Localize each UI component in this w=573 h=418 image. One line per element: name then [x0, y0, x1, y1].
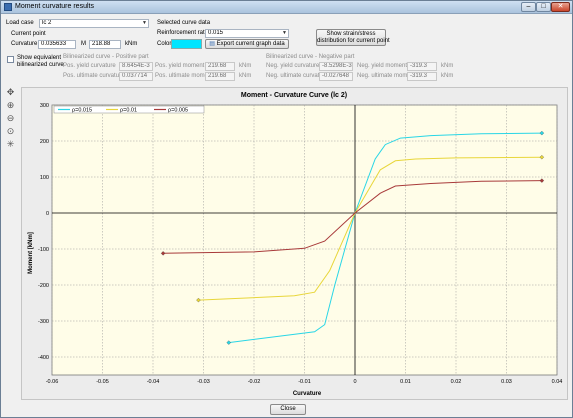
- chart-title: Moment - Curvature Curve (lc 2): [241, 92, 347, 99]
- legend-entry: ρ=0.005: [168, 108, 188, 114]
- neg-yield-moment-field: -319.3: [407, 62, 437, 71]
- load-case-label: Load case: [6, 20, 34, 26]
- neg-yield-moment-unit: kNm: [441, 63, 454, 69]
- window-title: Moment curvature results: [15, 3, 94, 10]
- moment-label: M: [81, 41, 86, 47]
- show-bilinear-checkbox[interactable]: [7, 56, 14, 63]
- pos-ultimate-moment-unit: kNm: [239, 73, 252, 79]
- pos-yield-moment-field: 219.68: [205, 62, 235, 71]
- y-tick-label: 300: [40, 103, 49, 109]
- y-tick-label: -200: [38, 283, 49, 289]
- chevron-down-icon: ▼: [282, 30, 287, 36]
- maximize-button[interactable]: □: [536, 2, 551, 12]
- main-window: Moment curvature results – □ ✕ Load case…: [0, 0, 573, 418]
- close-button[interactable]: Close: [270, 404, 306, 415]
- x-tick-label: 0.02: [451, 379, 462, 385]
- show-bilinear-label-1: Show equivalent: [17, 55, 62, 61]
- zoom-reset-icon[interactable]: ⊙: [5, 126, 16, 137]
- x-tick-label: 0: [353, 379, 356, 385]
- moment-field[interactable]: 218.88: [89, 40, 121, 49]
- color-swatch[interactable]: [171, 39, 202, 49]
- y-tick-label: -100: [38, 247, 49, 253]
- x-axis-label: Curvature: [293, 391, 322, 397]
- neg-ultimate-moment-field: -319.3: [407, 72, 437, 81]
- chart-panel: Moment - Curvature Curve (lc 2) -0.06 -0.…: [21, 87, 568, 400]
- y-tick-label: 100: [40, 175, 49, 181]
- y-tick-label: 200: [40, 139, 49, 145]
- x-tick-label: -0.04: [147, 379, 160, 385]
- legend-entry: ρ=0.01: [120, 108, 137, 114]
- app-icon: [4, 3, 12, 11]
- x-tick-label: 0.03: [501, 379, 512, 385]
- export-graph-button[interactable]: ▤ Export current graph data: [205, 39, 289, 49]
- title-bar[interactable]: Moment curvature results – □ ✕: [1, 1, 572, 14]
- zoom-in-icon[interactable]: ⊕: [5, 100, 16, 111]
- neg-yield-curvature-label: Neg. yield curvature: [266, 63, 320, 69]
- pos-yield-moment-unit: kNm: [239, 63, 252, 69]
- color-label: Color: [157, 41, 172, 47]
- neg-ultimate-moment-unit: kNm: [441, 73, 454, 79]
- strain-button-line1: Show strain/stress: [326, 31, 376, 37]
- x-tick-label: -0.06: [46, 379, 59, 385]
- load-case-select[interactable]: lc 2 ▼: [39, 19, 149, 28]
- pan-icon[interactable]: ✥: [5, 87, 16, 98]
- pos-ultimate-moment-field: 219.68: [205, 72, 235, 81]
- select-point-icon[interactable]: ✳: [5, 139, 16, 150]
- show-bilinear-label-2: bilinearized curve: [17, 62, 64, 68]
- x-tick-label: -0.03: [197, 379, 210, 385]
- curvature-field[interactable]: 0.035633: [38, 40, 76, 49]
- neg-yield-moment-label: Neg. yield moment: [357, 63, 408, 69]
- y-tick-label: 0: [46, 211, 49, 217]
- positive-part-header: Bilinearized curve - Positive part: [63, 54, 149, 60]
- legend-entry: ρ=0.015: [72, 108, 92, 114]
- y-axis-label: Moment [kNm]: [28, 232, 34, 274]
- moment-unit: kNm: [125, 41, 138, 47]
- export-label: Export current graph data: [216, 41, 285, 47]
- curvature-label: Curvature: [11, 41, 38, 47]
- reinforcement-select[interactable]: 0.015 ▼: [205, 29, 289, 38]
- export-icon: ▤: [209, 41, 217, 47]
- neg-yield-curvature-field: -8.5298E-3: [319, 62, 353, 71]
- show-strain-button[interactable]: Show strain/stress distribution for curr…: [316, 29, 390, 46]
- load-case-value: lc 2: [42, 20, 52, 26]
- reinforcement-label: Reinforcement ratio: [157, 30, 210, 36]
- x-tick-label: 0.04: [552, 379, 563, 385]
- x-tick-label: -0.01: [298, 379, 311, 385]
- pos-yield-curvature-label: Pos. yield curvature: [63, 63, 116, 69]
- pos-ultimate-curvature-field: 0.037714: [119, 72, 153, 81]
- y-tick-label: -400: [38, 355, 49, 361]
- strain-button-line2: distribution for current point: [317, 38, 390, 44]
- pos-yield-curvature-field: 8.6454E-3: [119, 62, 153, 71]
- y-tick-label: -300: [38, 319, 49, 325]
- neg-ultimate-curvature-field: -0.027648: [319, 72, 353, 81]
- minimize-button[interactable]: –: [521, 2, 536, 12]
- chevron-down-icon: ▼: [142, 20, 147, 26]
- current-point-label: Current point: [11, 31, 46, 37]
- close-window-button[interactable]: ✕: [551, 2, 570, 12]
- pos-ultimate-curvature-label: Pos. ultimate curvature: [63, 73, 125, 79]
- selected-curve-label: Selected curve data: [157, 20, 211, 26]
- negative-part-header: Bilinearized curve - Negative part: [266, 54, 355, 60]
- moment-curvature-chart[interactable]: Moment - Curvature Curve (lc 2) -0.06 -0.…: [22, 88, 567, 399]
- zoom-out-icon[interactable]: ⊖: [5, 113, 16, 124]
- x-tick-label: 0.01: [400, 379, 411, 385]
- x-tick-label: -0.05: [96, 379, 109, 385]
- x-tick-label: -0.02: [248, 379, 261, 385]
- pos-yield-moment-label: Pos. yield moment: [155, 63, 205, 69]
- reinforcement-value: 0.015: [208, 30, 224, 36]
